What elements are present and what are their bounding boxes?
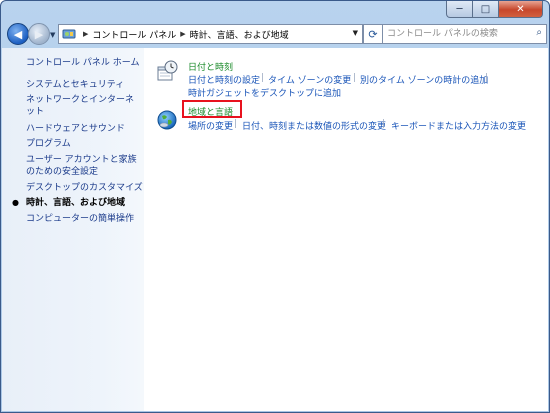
link-divider: |	[353, 73, 357, 83]
sidebar: コントロール パネル ホーム システムとセキュリティ ネットワークとインターネッ…	[2, 48, 144, 411]
address-bar[interactable]: ▶ コントロール パネル ▶ 時計、言語、および地域 ▼	[58, 24, 363, 44]
title-bar: ─ □ ✕	[1, 1, 549, 19]
back-arrow-icon: ◀	[13, 27, 23, 41]
back-button[interactable]: ◀	[7, 23, 29, 45]
navigation-bar: ◀ ▶ ▼ ▶ コントロール パネル ▶ 時計、言語、および地域 ▼ ⟳ ⌕	[1, 19, 549, 47]
sidebar-item-network-internet[interactable]: ネットワークとインターネット	[26, 94, 136, 118]
breadcrumb-clock-language-region[interactable]: 時計、言語、および地域	[190, 28, 289, 41]
main-panel: 日付と時刻 日付と時刻の設定 | タイム ゾーンの変更 | 別のタイム ゾーンの…	[144, 48, 548, 411]
category-title-date-time[interactable]: 日付と時刻	[188, 60, 233, 73]
control-panel-icon	[62, 29, 76, 39]
clock-calendar-icon[interactable]	[156, 60, 178, 82]
close-button[interactable]: ✕	[499, 1, 543, 18]
link-divider: |	[485, 73, 489, 83]
link-divider: |	[382, 119, 386, 129]
sidebar-item-hardware-sound[interactable]: ハードウェアとサウンド	[26, 123, 144, 135]
link-add-clocks[interactable]: 別のタイム ゾーンの時計の追加	[360, 73, 488, 86]
search-box[interactable]: ⌕	[382, 24, 547, 44]
chevron-right-icon: ▶	[83, 30, 89, 38]
search-icon[interactable]: ⌕	[536, 27, 542, 38]
sidebar-item-ease-of-access[interactable]: コンピューターの簡単操作	[26, 213, 144, 225]
sidebar-item-system-security[interactable]: システムとセキュリティ	[26, 79, 144, 91]
link-change-formats[interactable]: 日付、時刻または数値の形式の変更	[242, 119, 386, 132]
link-change-location[interactable]: 場所の変更	[188, 119, 233, 132]
forward-arrow-icon: ▶	[34, 27, 44, 41]
control-panel-window: ─ □ ✕ ◀ ▶ ▼ ▶ コントロール パネル ▶ 時計、言語、および地域 ▼…	[0, 0, 550, 413]
link-divider: |	[234, 119, 238, 129]
link-change-time-zone[interactable]: タイム ゾーンの変更	[268, 73, 351, 86]
link-add-clock-gadget[interactable]: 時計ガジェットをデスクトップに追加	[188, 86, 341, 99]
chevron-down-icon[interactable]: ▼	[353, 29, 358, 37]
recent-pages-dropdown[interactable]: ▼	[50, 31, 55, 39]
forward-button[interactable]: ▶	[28, 23, 50, 45]
chevron-right-icon[interactable]: ▶	[180, 30, 185, 38]
sidebar-item-home[interactable]: コントロール パネル ホーム	[26, 57, 144, 69]
search-input[interactable]	[383, 28, 529, 40]
highlight-box	[182, 100, 242, 118]
link-change-keyboards[interactable]: キーボードまたは入力方法の変更	[391, 119, 526, 132]
maximize-button[interactable]: □	[473, 1, 499, 18]
window-controls: ─ □ ✕	[446, 1, 543, 18]
sidebar-item-programs[interactable]: プログラム	[26, 138, 144, 150]
sidebar-item-user-accounts[interactable]: ユーザー アカウントと家族のための安全設定	[26, 154, 140, 178]
sidebar-item-personalization[interactable]: デスクトップのカスタマイズ	[26, 182, 144, 194]
content-area: コントロール パネル ホーム システムとセキュリティ ネットワークとインターネッ…	[2, 48, 548, 411]
breadcrumb-control-panel[interactable]: コントロール パネル	[92, 28, 176, 41]
refresh-icon: ⟳	[368, 27, 378, 41]
link-set-date-time[interactable]: 日付と時刻の設定	[188, 73, 260, 86]
link-divider: |	[261, 73, 265, 83]
refresh-button[interactable]: ⟳	[363, 24, 383, 44]
minimize-button[interactable]: ─	[446, 1, 473, 18]
sidebar-item-clock-language-region: 時計、言語、および地域	[26, 198, 126, 208]
current-page-bullet: ●	[12, 198, 19, 207]
globe-icon[interactable]	[156, 109, 178, 131]
